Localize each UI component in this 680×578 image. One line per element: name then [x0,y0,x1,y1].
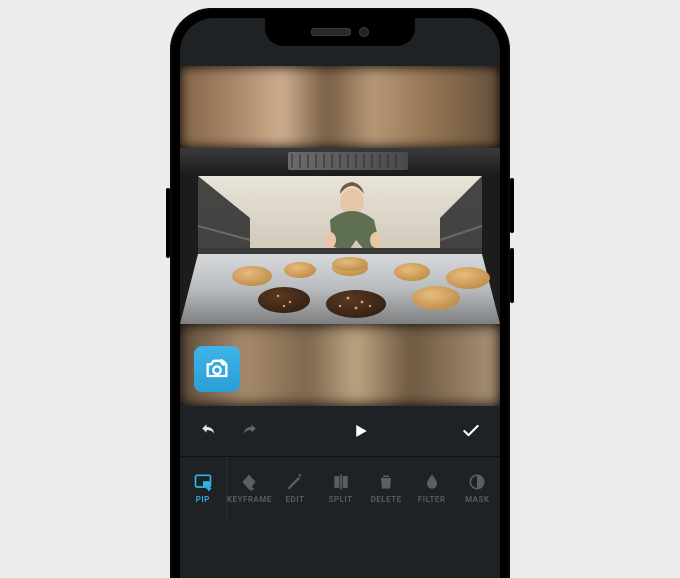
tool-label: FILTER [418,496,446,504]
confirm-button[interactable] [458,418,484,444]
tool-label: DELETE [371,496,402,504]
tool-keyframe[interactable]: KEYFRAME [226,457,273,519]
phone-frame: PIP KEYFRAME EDIT SPLIT DELETE [170,8,510,578]
app-screen: PIP KEYFRAME EDIT SPLIT DELETE [180,18,500,578]
filter-drop-icon [422,472,442,492]
check-icon [461,421,481,441]
tool-split[interactable]: SPLIT [318,457,364,519]
letterbox-top [180,66,500,148]
tool-delete[interactable]: DELETE [363,457,409,519]
tool-label: EDIT [286,496,305,504]
play-icon [351,422,369,440]
tool-label: PIP [196,496,210,504]
keyframe-icon [239,472,259,492]
tool-pip[interactable]: PIP [180,457,226,519]
preview-frame [180,148,500,324]
tool-edit[interactable]: EDIT [272,457,318,519]
pencil-icon [285,472,305,492]
undo-button[interactable] [196,418,222,444]
device-notch [265,18,415,46]
watermark-badge[interactable] [194,346,240,392]
tool-label: KEYFRAME [227,496,272,504]
video-preview[interactable] [180,66,500,406]
redo-button[interactable] [236,418,262,444]
mask-circle-icon [467,472,487,492]
pip-add-icon [193,472,213,492]
tool-label: SPLIT [329,496,353,504]
tool-label: MASK [465,496,489,504]
play-button[interactable] [347,418,373,444]
split-icon [331,472,351,492]
trash-icon [376,472,396,492]
tool-filter[interactable]: FILTER [409,457,455,519]
undo-icon [199,421,219,441]
edit-toolbar: PIP KEYFRAME EDIT SPLIT DELETE [180,456,500,519]
playback-controls [180,406,500,456]
redo-icon [239,421,259,441]
camera-eraser-icon [203,355,231,383]
tool-mask[interactable]: MASK [454,457,500,519]
